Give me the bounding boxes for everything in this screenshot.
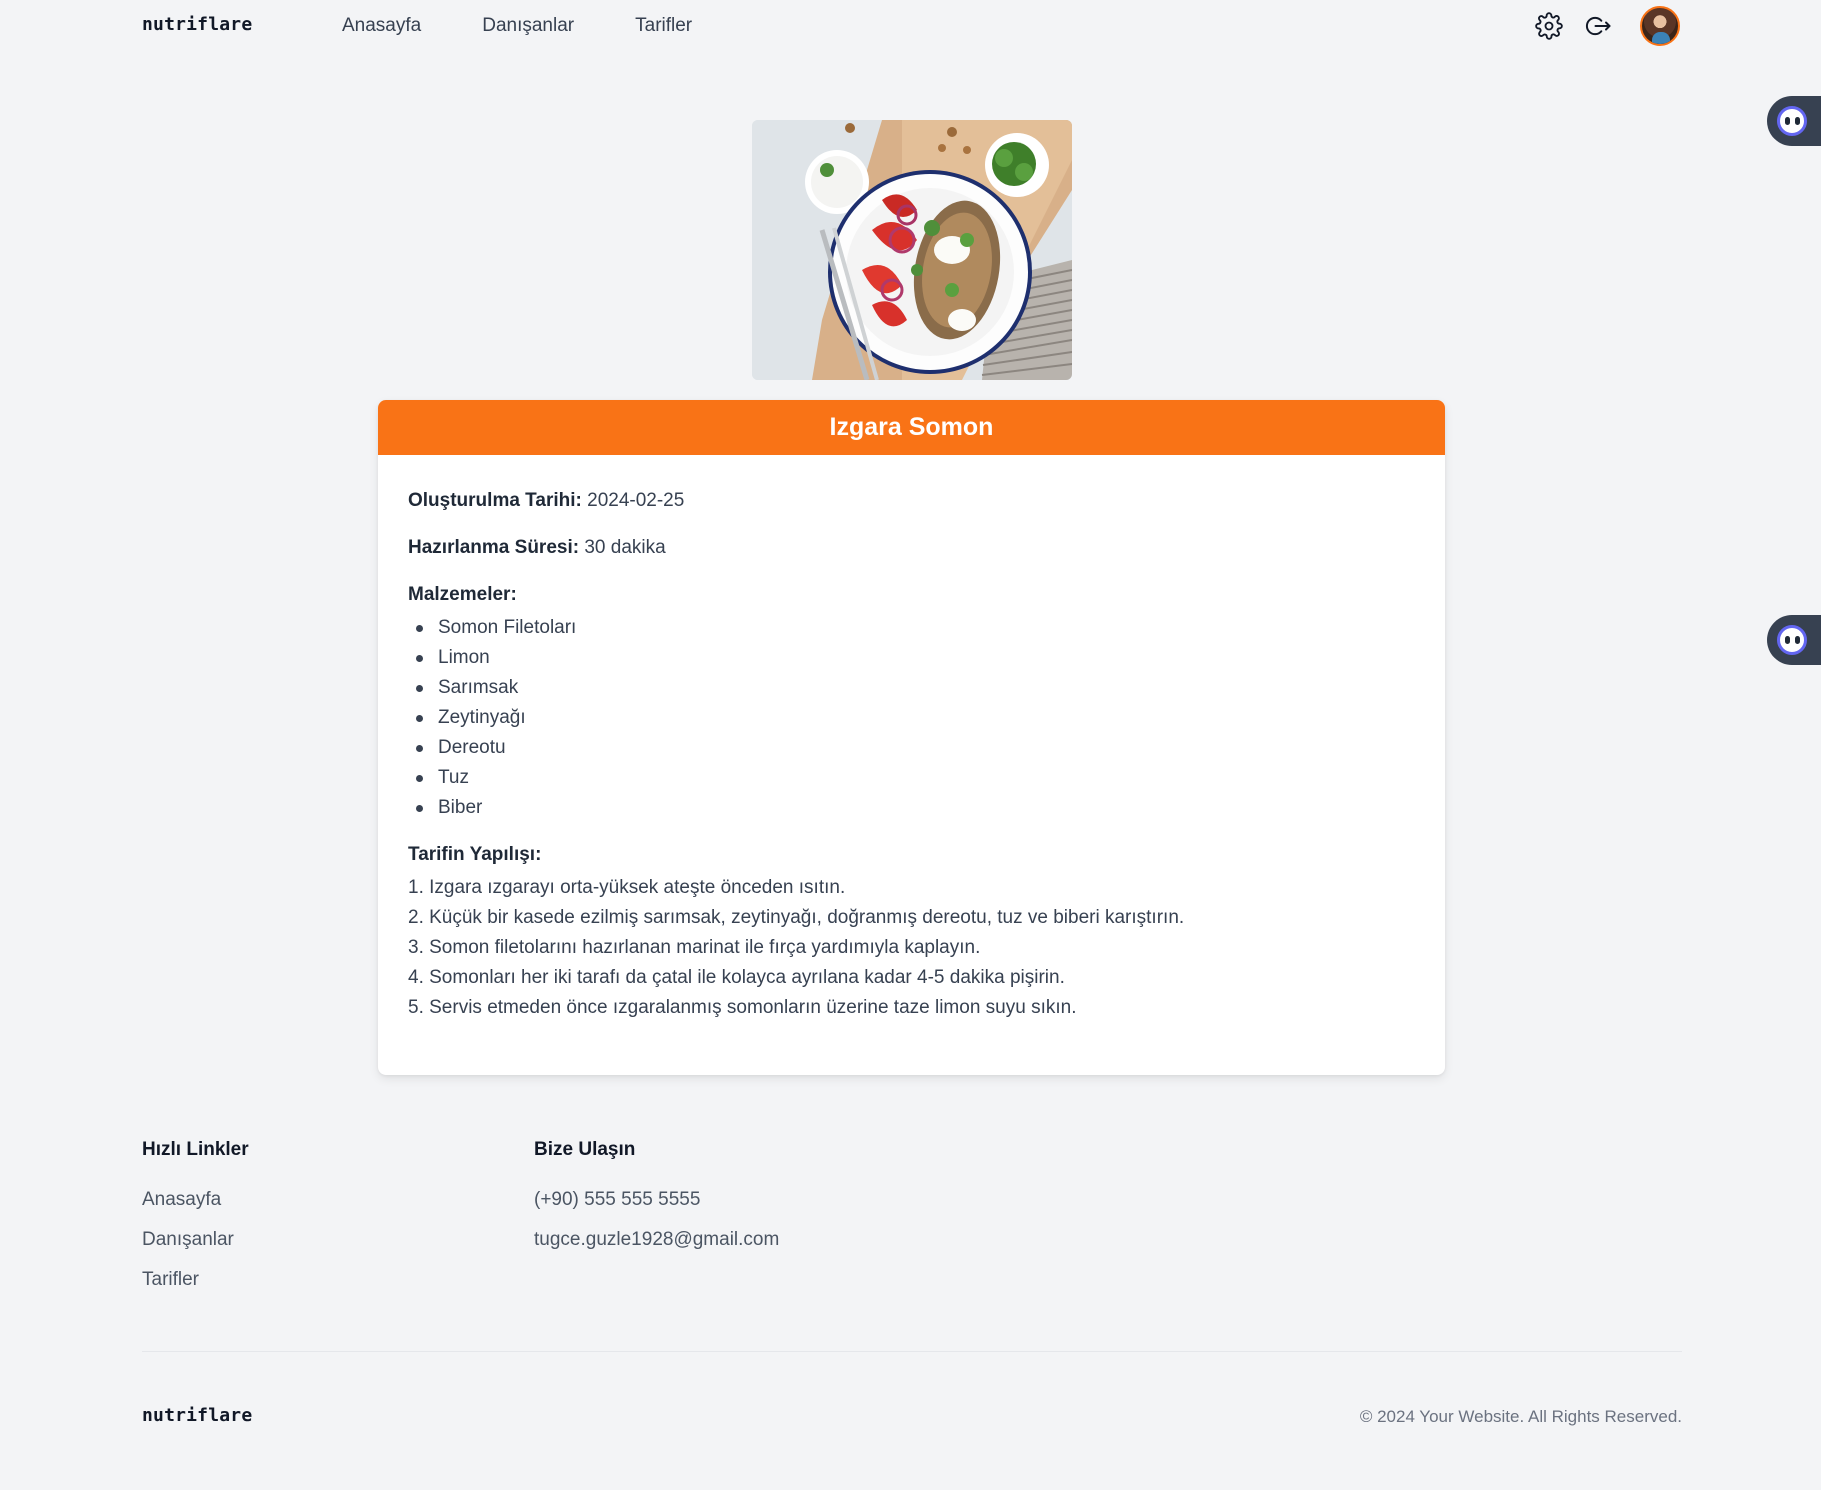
step-item: 4. Somonları her iki tarafı da çatal ile… — [408, 967, 1065, 988]
created-date-row: Oluşturulma Tarihi: 2024-02-25 — [408, 489, 1415, 513]
recipe-card: Izgara Somon Oluşturulma Tarihi: 2024-02… — [378, 400, 1445, 1075]
ingredient-item: Limon — [416, 643, 1415, 673]
footer-link-recipes[interactable]: Tarifler — [142, 1268, 249, 1292]
contact-phone: (+90) 555 555 5555 — [534, 1189, 701, 1210]
quick-links-title: Hızlı Linkler — [142, 1139, 249, 1160]
avatar[interactable] — [1640, 6, 1680, 46]
gear-icon[interactable] — [1534, 11, 1564, 41]
footer-quick-links: Hızlı Linkler Anasayfa Danışanlar Tarifl… — [142, 1138, 249, 1308]
side-assistant-widget-bottom[interactable] — [1767, 615, 1821, 665]
nav-link-recipes[interactable]: Tarifler — [635, 15, 692, 37]
ingredient-item: Dereotu — [416, 733, 1415, 763]
ingredient-item: Somon Filetoları — [416, 613, 1415, 643]
header-logo[interactable]: nutriflare — [142, 14, 252, 35]
ingredient-item: Tuz — [416, 763, 1415, 793]
footer-link-home[interactable]: Anasayfa — [142, 1188, 249, 1212]
ingredient-item: Zeytinyağı — [416, 703, 1415, 733]
contact-email: tugce.guzle1928@gmail.com — [534, 1229, 780, 1250]
top-header: nutriflare Anasayfa Danışanlar Tarifler — [0, 0, 1821, 52]
footer-divider — [142, 1351, 1682, 1352]
created-date-value: 2024-02-25 — [587, 490, 685, 511]
ingredient-item: Sarımsak — [416, 673, 1415, 703]
footer-contact: Bize Ulaşın (+90) 555 555 5555 tugce.guz… — [534, 1138, 779, 1268]
prep-time-row: Hazırlanma Süresi: 30 dakika — [408, 536, 1415, 560]
recipe-image — [752, 120, 1072, 380]
created-date-label: Oluşturulma Tarihi: — [408, 490, 582, 511]
recipe-title: Izgara Somon — [378, 400, 1445, 455]
copyright-text: © 2024 Your Website. All Rights Reserved… — [1359, 1407, 1682, 1426]
side-assistant-widget-top[interactable] — [1767, 96, 1821, 146]
ingredients-heading: Malzemeler: — [408, 584, 517, 605]
page: nutriflare Anasayfa Danışanlar Tarifler — [0, 0, 1821, 1490]
robot-face-icon — [1777, 106, 1807, 136]
steps-list: 1. Izgara ızgarayı orta-yüksek ateşte ön… — [408, 873, 1415, 1023]
contact-title: Bize Ulaşın — [534, 1139, 636, 1160]
ingredients-list: Somon Filetoları Limon Sarımsak Zeytinya… — [416, 613, 1415, 823]
step-item: 2. Küçük bir kasede ezilmiş sarımsak, ze… — [408, 907, 1185, 928]
header-actions — [1534, 6, 1680, 46]
prep-time-label: Hazırlanma Süresi: — [408, 537, 580, 558]
footer-logo[interactable]: nutriflare — [142, 1405, 252, 1426]
footer-link-clients[interactable]: Danışanlar — [142, 1228, 249, 1252]
prep-time-value: 30 dakika — [584, 537, 666, 558]
ingredient-item: Biber — [416, 793, 1415, 823]
step-item: 1. Izgara ızgarayı orta-yüksek ateşte ön… — [408, 877, 846, 898]
main-nav: Anasayfa Danışanlar Tarifler — [342, 15, 753, 37]
recipe-details: Oluşturulma Tarihi: 2024-02-25 Hazırlanm… — [378, 455, 1445, 1023]
step-item: 5. Servis etmeden önce ızgaralanmış somo… — [408, 997, 1077, 1018]
nav-link-home[interactable]: Anasayfa — [342, 15, 421, 37]
nav-link-clients[interactable]: Danışanlar — [482, 15, 574, 37]
logout-icon[interactable] — [1584, 11, 1614, 41]
step-item: 3. Somon filetolarını hazırlanan marinat… — [408, 937, 981, 958]
robot-face-icon — [1777, 625, 1807, 655]
steps-heading: Tarifin Yapılışı: — [408, 844, 542, 865]
